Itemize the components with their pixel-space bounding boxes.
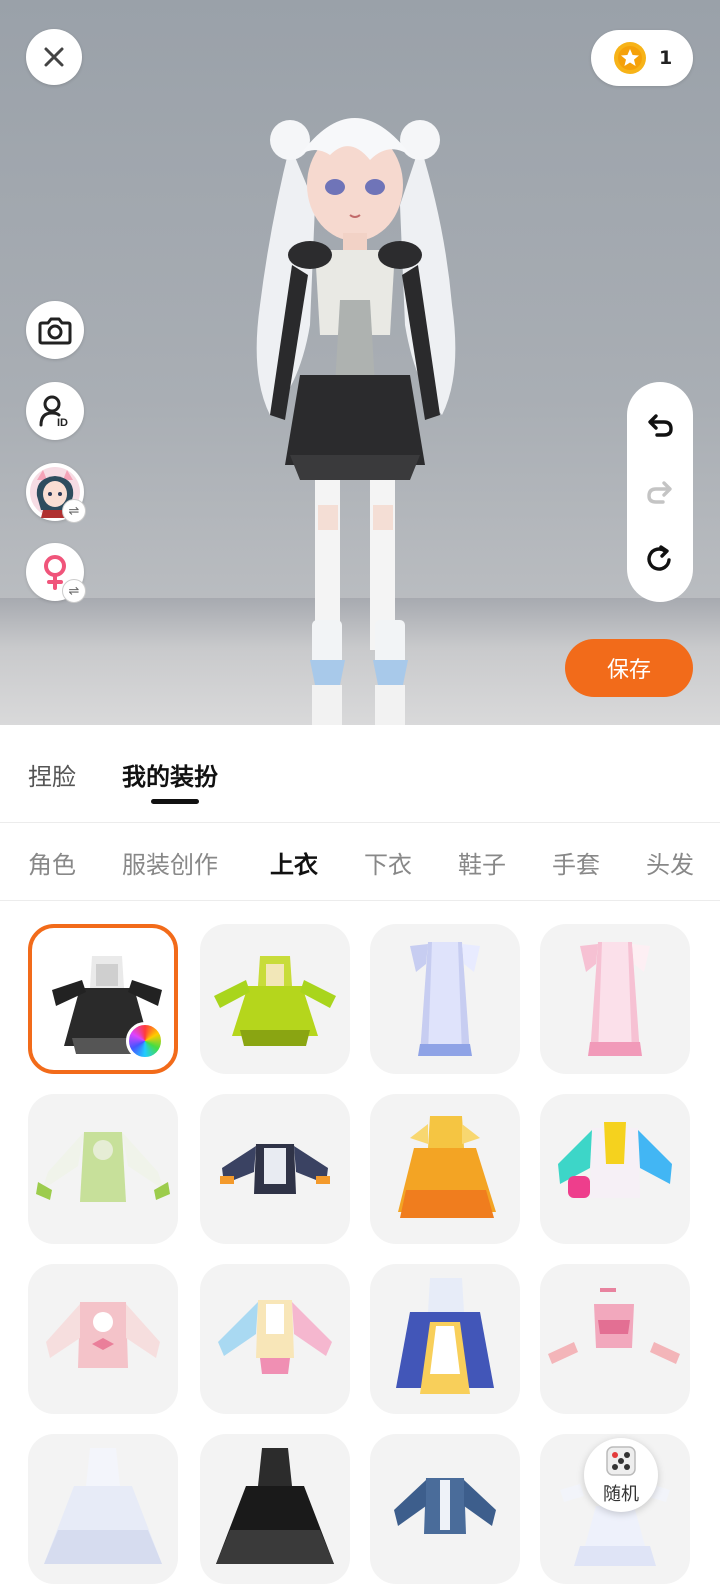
close-button[interactable] [26,29,82,85]
outfit-thumbnail-green-white-top [36,1132,170,1202]
coin-count: 1 [659,47,673,69]
item-tile[interactable] [28,924,178,1074]
swap-icon: ⇌ [62,579,86,603]
item-tile[interactable] [370,1434,520,1584]
outfit-thumbnail-lavender-robe [410,942,480,1056]
item-tile[interactable] [540,1264,690,1414]
outfit-thumbnail-pastel-gradient-jacket [218,1300,332,1374]
outfit-thumbnail-gold-orange-gown [398,1116,496,1218]
outfit-thumbnail-rainbow-hoodie [558,1122,672,1198]
item-tile[interactable] [200,1264,350,1414]
color-wheel-icon[interactable] [126,1022,164,1060]
history-controls [627,382,693,602]
item-tile[interactable] [28,1434,178,1584]
camera-button[interactable] [26,301,84,359]
item-tile[interactable] [28,1264,178,1414]
star-coin-icon [614,42,646,74]
avatar-character [256,117,456,725]
reset-icon[interactable] [645,544,675,574]
camera-icon [38,317,72,345]
outfit-thumbnail-pink-crop-top [548,1288,680,1364]
top-tabs: 捏脸 我的装扮 [0,725,720,823]
item-tile[interactable] [200,1434,350,1584]
gender-switch-button[interactable]: ⇌ [26,543,86,603]
item-tile[interactable] [28,1094,178,1244]
outfit-thumbnail-denim-jacket [394,1478,496,1534]
outfit-thumbnail-blue-yellow-gown [396,1278,494,1394]
outfit-thumbnail-white-ball-gown [44,1448,162,1564]
category-tab-hair[interactable]: 头发 [646,845,694,880]
category-tab-gloves[interactable]: 手套 [552,845,600,880]
outfit-thumbnail-pink-sweater [46,1302,160,1368]
dice-icon [606,1446,636,1476]
item-tile[interactable] [200,924,350,1074]
close-icon [44,47,64,67]
redo-icon[interactable] [645,477,675,507]
tab-face[interactable]: 捏脸 [28,757,76,792]
category-tab-shoes[interactable]: 鞋子 [458,845,506,880]
category-tab-tops[interactable]: 上衣 [270,845,318,880]
category-tab-outfit-creation[interactable]: 服装创作 [122,845,218,880]
item-tile[interactable] [540,924,690,1074]
random-button[interactable]: 随机 [584,1438,658,1512]
outfit-thumbnail-dark-tech-jacket [220,1144,330,1194]
random-label: 随机 [603,1484,639,1505]
category-tabs: 角色 服装创作 上衣 下衣 鞋子 手套 头发 [0,823,720,901]
outfit-thumbnail-black-white-dress [52,956,162,1054]
item-tile[interactable] [370,924,520,1074]
outfit-panel: 捏脸 我的装扮 角色 服装创作 上衣 下衣 鞋子 手套 头发 随机 [0,725,720,1584]
tab-my-outfit[interactable]: 我的装扮 [122,757,218,792]
item-tile[interactable] [370,1094,520,1244]
avatar-stage: 1 ID ⇌ ⇌ 保存 [0,0,720,725]
profile-id-button[interactable]: ID [26,382,84,440]
item-tile[interactable] [200,1094,350,1244]
outfit-thumbnail-pink-robe [580,942,650,1056]
svg-text:ID: ID [57,417,68,428]
item-tile[interactable] [370,1264,520,1414]
undo-icon[interactable] [645,410,675,440]
avatar-switch-button[interactable]: ⇌ [26,463,86,523]
coin-balance[interactable]: 1 [591,30,693,86]
swap-icon: ⇌ [62,499,86,523]
save-button[interactable]: 保存 [565,639,693,697]
user-id-icon: ID [39,395,68,428]
active-tab-indicator [151,799,199,804]
outfit-thumbnail-black-ball-gown [216,1448,334,1564]
category-tab-bottoms[interactable]: 下衣 [364,845,412,880]
category-tab-role[interactable]: 角色 [28,845,76,880]
outfit-thumbnail-lime-green-dress [214,956,336,1046]
item-tile[interactable] [540,1094,690,1244]
